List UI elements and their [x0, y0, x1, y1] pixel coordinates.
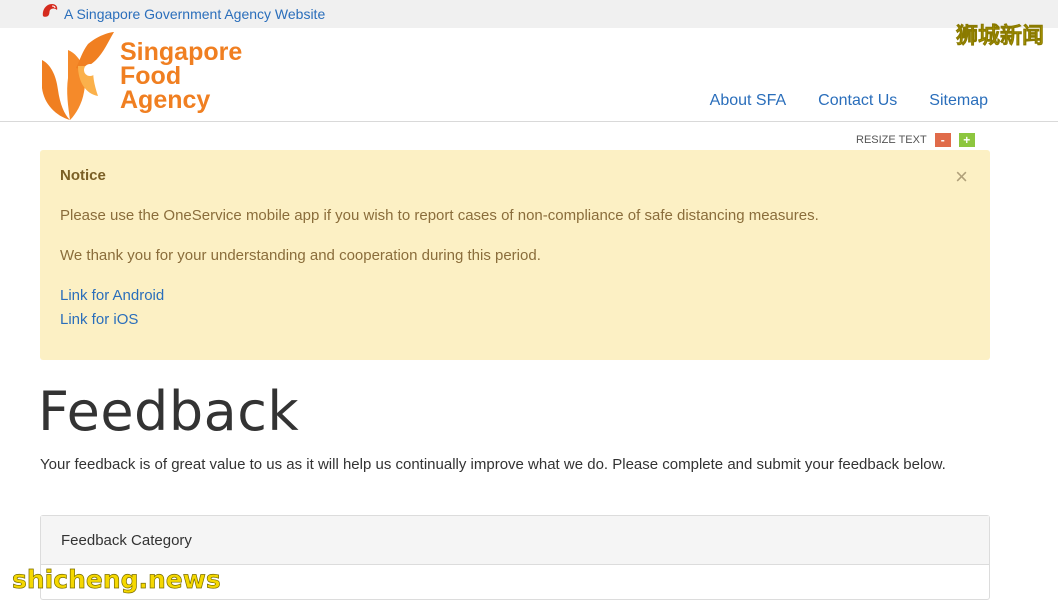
sfa-logo-text[interactable]: Singapore Food Agency — [120, 38, 243, 114]
close-icon[interactable]: × — [955, 166, 968, 188]
link-ios[interactable]: Link for iOS — [60, 311, 138, 328]
logo-line-1: Singapore — [120, 38, 243, 66]
gov-banner-text[interactable]: A Singapore Government Agency Website — [64, 6, 325, 22]
feedback-category-header[interactable]: Feedback Category — [41, 516, 989, 565]
nav-sitemap[interactable]: Sitemap — [929, 92, 988, 110]
nav-about-sfa[interactable]: About SFA — [710, 92, 787, 110]
decrease-text-button[interactable]: - — [934, 133, 951, 147]
resize-text-label: RESIZE TEXT — [856, 134, 927, 146]
nav-contact-us[interactable]: Contact Us — [818, 92, 897, 110]
notice-alert: Notice × Please use the OneService mobil… — [40, 150, 990, 360]
watermark-cn: 狮城新闻 — [955, 24, 1045, 50]
singapore-lion-icon — [42, 4, 58, 17]
site-header: Singapore Food Agency About SFA Contact … — [0, 28, 1058, 122]
notice-message: Please use the OneService mobile app if … — [60, 207, 819, 224]
gov-banner: A Singapore Government Agency Website — [0, 0, 1058, 28]
logo-line-3: Agency — [120, 86, 211, 114]
page-intro: Your feedback is of great value to us as… — [40, 456, 946, 473]
notice-title: Notice — [60, 167, 106, 184]
increase-text-button[interactable]: + — [958, 133, 975, 147]
logo-line-2: Food — [120, 62, 182, 90]
main-nav: About SFA Contact Us Sitemap — [710, 92, 988, 110]
resize-text-control: RESIZE TEXT - + — [856, 133, 975, 147]
link-android[interactable]: Link for Android — [60, 287, 164, 304]
watermark-en: shicheng.news — [12, 565, 221, 595]
page-title: Feedback — [38, 380, 300, 443]
notice-thanks: We thank you for your understanding and … — [60, 247, 541, 264]
sfa-logo-icon[interactable] — [38, 30, 116, 122]
